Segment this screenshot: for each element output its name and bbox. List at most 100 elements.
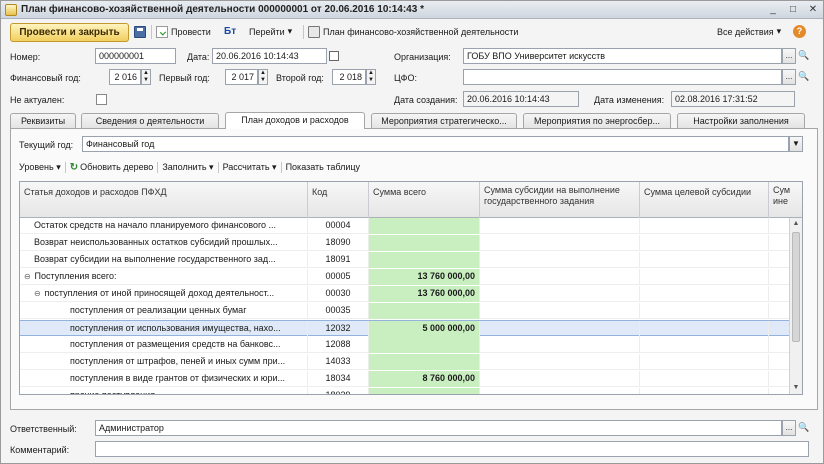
- cell-empty[interactable]: [480, 286, 640, 302]
- cfo-field[interactable]: [463, 69, 782, 85]
- all-actions-menu[interactable]: Все действия ▾: [717, 26, 781, 37]
- cell-empty[interactable]: [480, 303, 640, 319]
- cell-empty[interactable]: [640, 235, 769, 251]
- cell-total-sum[interactable]: 8 760 000,00: [369, 371, 480, 387]
- tab-energy-saving[interactable]: Мероприятия по энергосбер...: [523, 113, 671, 128]
- minimize-icon[interactable]: _: [766, 3, 780, 16]
- cell-empty[interactable]: [480, 269, 640, 285]
- cell-empty[interactable]: [640, 269, 769, 285]
- table-row[interactable]: Возврат субсидии на выполнение государст…: [20, 252, 790, 268]
- dt-kt-button[interactable]: Бт: [224, 26, 236, 38]
- scroll-thumb[interactable]: [792, 232, 800, 342]
- collapse-toggle-icon[interactable]: ⊖: [24, 269, 32, 284]
- cell-total-sum[interactable]: 5 000 000,00: [369, 321, 480, 337]
- refresh-tree-button[interactable]: ↻ Обновить дерево: [70, 162, 154, 173]
- inactive-checkbox[interactable]: [96, 94, 107, 105]
- responsible-select-button[interactable]: ...: [782, 420, 796, 436]
- vertical-scrollbar[interactable]: ▲ ▼: [789, 218, 802, 394]
- cell-total-sum[interactable]: [369, 235, 480, 251]
- search-icon[interactable]: 🔍: [798, 422, 809, 433]
- cell-empty[interactable]: [480, 337, 640, 353]
- collapse-toggle-icon[interactable]: ⊖: [34, 286, 42, 301]
- tab-requisites[interactable]: Реквизиты: [10, 113, 76, 128]
- help-button[interactable]: ?: [793, 25, 806, 38]
- tab-activity-info[interactable]: Сведения о деятельности: [81, 113, 219, 128]
- table-row[interactable]: поступления от штрафов, пеней и иных сум…: [20, 354, 790, 370]
- table-row[interactable]: Возврат неиспользованных остатков субсид…: [20, 235, 790, 251]
- table-row[interactable]: поступления в виде грантов от физических…: [20, 371, 790, 387]
- cell-total-sum[interactable]: [369, 252, 480, 268]
- table-row[interactable]: ⊖ Поступления всего: 00005 13 760 000,00: [20, 269, 790, 285]
- cell-empty[interactable]: [640, 286, 769, 302]
- responsible-field[interactable]: Администратор: [95, 420, 782, 436]
- table-row[interactable]: поступления от размещения средств на бан…: [20, 337, 790, 353]
- cell-empty[interactable]: [769, 252, 790, 268]
- cell-total-sum[interactable]: 13 760 000,00: [369, 269, 480, 285]
- cell-total-sum[interactable]: [369, 354, 480, 370]
- table-row[interactable]: поступления от реализации ценных бумаг 00…: [20, 303, 790, 319]
- cell-empty[interactable]: [640, 218, 769, 234]
- cell-total-sum[interactable]: 13 760 000,00: [369, 286, 480, 302]
- cell-empty[interactable]: [640, 354, 769, 370]
- column-header-total[interactable]: Сумма всего: [369, 182, 480, 218]
- date-field[interactable]: 20.06.2016 10:14:43: [212, 48, 327, 64]
- column-header-state-task-subsidy[interactable]: Сумма субсидии на выполнение государстве…: [480, 182, 640, 218]
- fill-menu[interactable]: Заполнить ▾: [162, 162, 213, 173]
- cell-total-sum[interactable]: [369, 337, 480, 353]
- current-year-field[interactable]: Финансовый год: [82, 136, 789, 152]
- search-icon[interactable]: 🔍: [798, 50, 809, 61]
- cell-empty[interactable]: [769, 337, 790, 353]
- maximize-icon[interactable]: □: [786, 3, 800, 16]
- number-field[interactable]: 000000001: [95, 48, 176, 64]
- column-header-code[interactable]: Код: [308, 182, 369, 218]
- cell-empty[interactable]: [640, 337, 769, 353]
- cell-empty[interactable]: [480, 252, 640, 268]
- cell-empty[interactable]: [769, 235, 790, 251]
- fin-year-spinner[interactable]: ▲ ▼: [141, 69, 151, 85]
- post-and-close-button[interactable]: Провести и закрыть: [10, 23, 129, 42]
- table-row[interactable]: прочие поступления 18039: [20, 388, 790, 394]
- cell-empty[interactable]: [480, 321, 640, 337]
- column-header-item[interactable]: Статья доходов и расходов ПФХД: [20, 182, 308, 218]
- cell-total-sum[interactable]: [369, 388, 480, 394]
- calendar-icon[interactable]: [329, 51, 339, 61]
- cell-empty[interactable]: [769, 218, 790, 234]
- table-row[interactable]: поступления от использования имущества, …: [20, 320, 790, 337]
- cell-total-sum[interactable]: [369, 218, 480, 234]
- tab-strategic-measures[interactable]: Мероприятия стратегическо...: [371, 113, 517, 128]
- close-icon[interactable]: ✕: [806, 3, 820, 16]
- show-table-button[interactable]: Показать таблицу: [286, 162, 360, 172]
- cell-empty[interactable]: [640, 388, 769, 394]
- fin-year-field[interactable]: 2 016: [109, 69, 141, 85]
- current-year-dropdown[interactable]: ▼: [789, 136, 803, 152]
- column-header-other[interactable]: Сум ине: [769, 182, 802, 218]
- scroll-down-icon[interactable]: ▼: [790, 382, 802, 394]
- cell-empty[interactable]: [640, 371, 769, 387]
- post-button[interactable]: Провести: [156, 26, 211, 38]
- comment-field[interactable]: [95, 441, 809, 457]
- cell-empty[interactable]: [640, 321, 769, 337]
- save-button[interactable]: [134, 26, 146, 38]
- tab-income-expense-plan[interactable]: План доходов и расходов: [225, 112, 365, 129]
- table-row[interactable]: ⊖ поступления от иной приносящей доход д…: [20, 286, 790, 302]
- cfo-select-button[interactable]: ...: [782, 69, 796, 85]
- tab-fill-settings[interactable]: Настройки заполнения: [677, 113, 805, 128]
- cell-empty[interactable]: [640, 252, 769, 268]
- cell-empty[interactable]: [480, 218, 640, 234]
- print-button[interactable]: План финансово-хозяйственной деятельност…: [308, 26, 518, 38]
- cell-empty[interactable]: [769, 354, 790, 370]
- table-row[interactable]: Остаток средств на начало планируемого ф…: [20, 218, 790, 234]
- cell-total-sum[interactable]: [369, 303, 480, 319]
- second-year-field[interactable]: 2 018: [332, 69, 366, 85]
- level-menu[interactable]: Уровень ▾: [19, 162, 61, 173]
- goto-menu[interactable]: Перейти ▾: [249, 26, 292, 37]
- cell-empty[interactable]: [480, 354, 640, 370]
- column-header-target-subsidy[interactable]: Сумма целевой субсидии: [640, 182, 769, 218]
- cell-empty[interactable]: [640, 303, 769, 319]
- first-year-spinner[interactable]: ▲ ▼: [258, 69, 268, 85]
- cell-empty[interactable]: [480, 235, 640, 251]
- search-icon[interactable]: 🔍: [798, 71, 809, 82]
- cell-empty[interactable]: [769, 269, 790, 285]
- cell-empty[interactable]: [480, 371, 640, 387]
- scroll-up-icon[interactable]: ▲: [790, 218, 802, 230]
